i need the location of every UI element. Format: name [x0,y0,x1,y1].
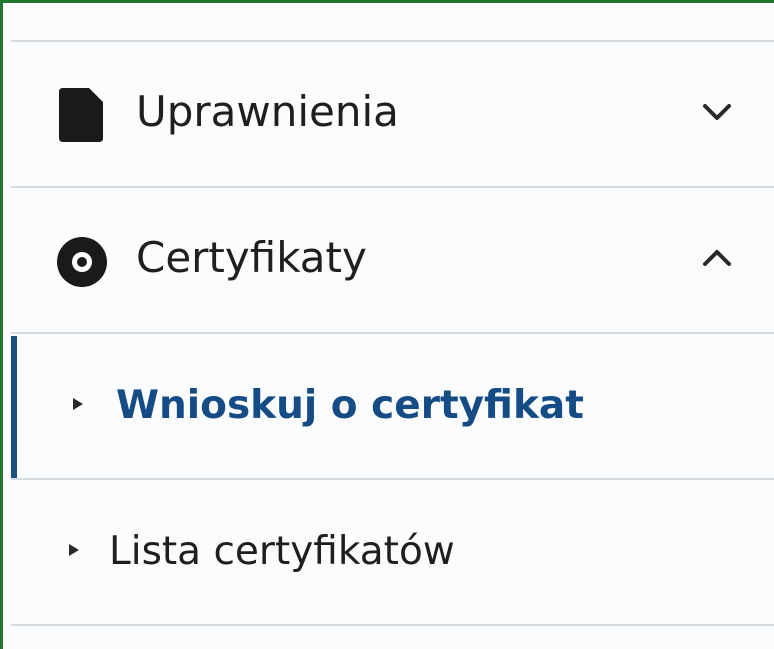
submenu-item-lista-certyfikatow[interactable]: Lista certyfikatów [11,480,774,624]
document-icon [59,88,103,142]
side-menu: Uprawnienia Certyfikaty Wnioskuj o certy… [0,0,774,649]
menu-item-certyfikaty[interactable]: Certyfikaty [11,188,774,330]
disc-icon [57,237,107,287]
menu-item-label: Certyfikaty [136,233,367,282]
chevron-up-icon[interactable] [700,246,734,270]
chevron-down-icon[interactable] [700,100,734,124]
menu-item-label: Uprawnienia [136,87,399,136]
submenu-item-wnioskuj-o-certyfikat[interactable]: Wnioskuj o certyfikat [11,334,774,478]
triangle-bullet-icon [69,544,79,556]
menu-item-uprawnienia[interactable]: Uprawnienia [11,42,774,184]
triangle-bullet-icon [73,398,83,410]
submenu-item-label: Wnioskuj o certyfikat [116,383,584,428]
divider [11,624,774,626]
submenu-item-label: Lista certyfikatów [109,529,455,574]
